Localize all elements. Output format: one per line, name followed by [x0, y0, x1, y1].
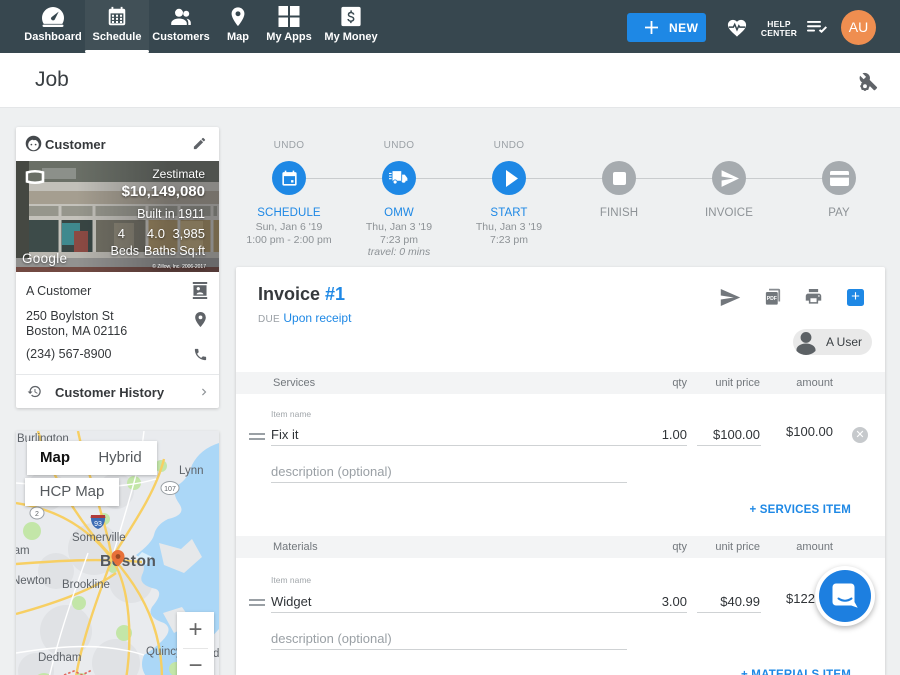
- svg-text:Brookline: Brookline: [62, 579, 110, 591]
- svg-text:Boston: Boston: [100, 553, 156, 570]
- svg-text:93: 93: [94, 521, 102, 528]
- svg-text:107: 107: [164, 486, 176, 493]
- svg-text:Somerville: Somerville: [72, 532, 126, 544]
- svg-text:Newton: Newton: [16, 575, 51, 587]
- svg-text:tham: tham: [16, 545, 30, 557]
- svg-text:2: 2: [35, 511, 39, 518]
- svg-text:PDF: PDF: [767, 296, 777, 302]
- svg-text:Dedham: Dedham: [38, 652, 81, 664]
- svg-text:Lynn: Lynn: [179, 465, 204, 477]
